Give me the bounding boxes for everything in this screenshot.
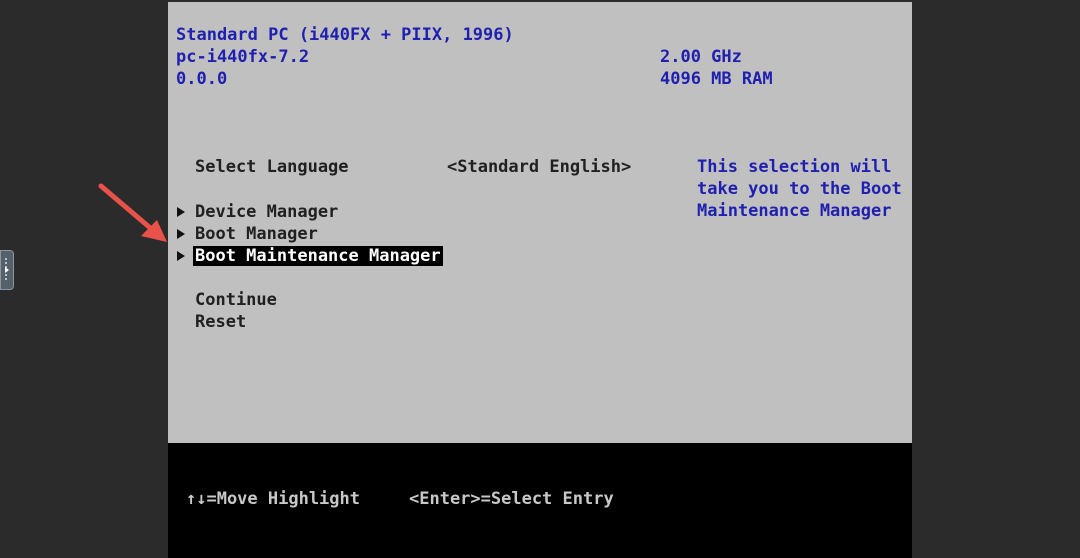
machine-model: pc-i440fx-7.2 xyxy=(176,47,310,67)
submenu-arrow-icon xyxy=(177,229,185,239)
expand-arrow-icon xyxy=(5,267,9,273)
submenu-arrow-icon xyxy=(177,207,185,217)
help-text-line-3: Maintenance Manager xyxy=(697,201,892,221)
menu-item-device-manager[interactable]: Device Manager xyxy=(195,201,338,223)
highlighted-label: Boot Maintenance Manager xyxy=(193,246,443,266)
language-value[interactable]: <Standard English> xyxy=(447,156,631,178)
bios-screen: Standard PC (i440FX + PIIX, 1996) pc-i44… xyxy=(168,2,912,558)
side-panel-handle[interactable] xyxy=(0,250,14,290)
select-language-label[interactable]: Select Language xyxy=(195,156,349,178)
reset-option[interactable]: Reset xyxy=(195,311,246,333)
submenu-arrow-icon xyxy=(177,251,185,261)
cpu-speed: 2.00 GHz xyxy=(660,47,742,67)
firmware-version: 0.0.0 xyxy=(176,69,228,89)
menu-item-boot-maintenance-manager[interactable]: Boot Maintenance Manager xyxy=(193,245,443,267)
continue-option[interactable]: Continue xyxy=(195,289,277,311)
ram-size: 4096 MB RAM xyxy=(660,69,773,89)
help-text-line-1: This selection will xyxy=(697,157,892,177)
red-arrow-icon xyxy=(98,183,167,242)
machine-name: Standard PC (i440FX + PIIX, 1996) xyxy=(176,25,514,45)
key-hints-bar: ↑↓=Move Highlight <Enter>=Select Entry xyxy=(168,443,912,558)
help-text-line-2: take you to the Boot xyxy=(697,179,902,199)
move-highlight-hint: ↑↓=Move Highlight xyxy=(186,489,360,509)
menu-item-boot-manager[interactable]: Boot Manager xyxy=(195,223,318,245)
select-entry-hint: <Enter>=Select Entry xyxy=(409,489,614,509)
